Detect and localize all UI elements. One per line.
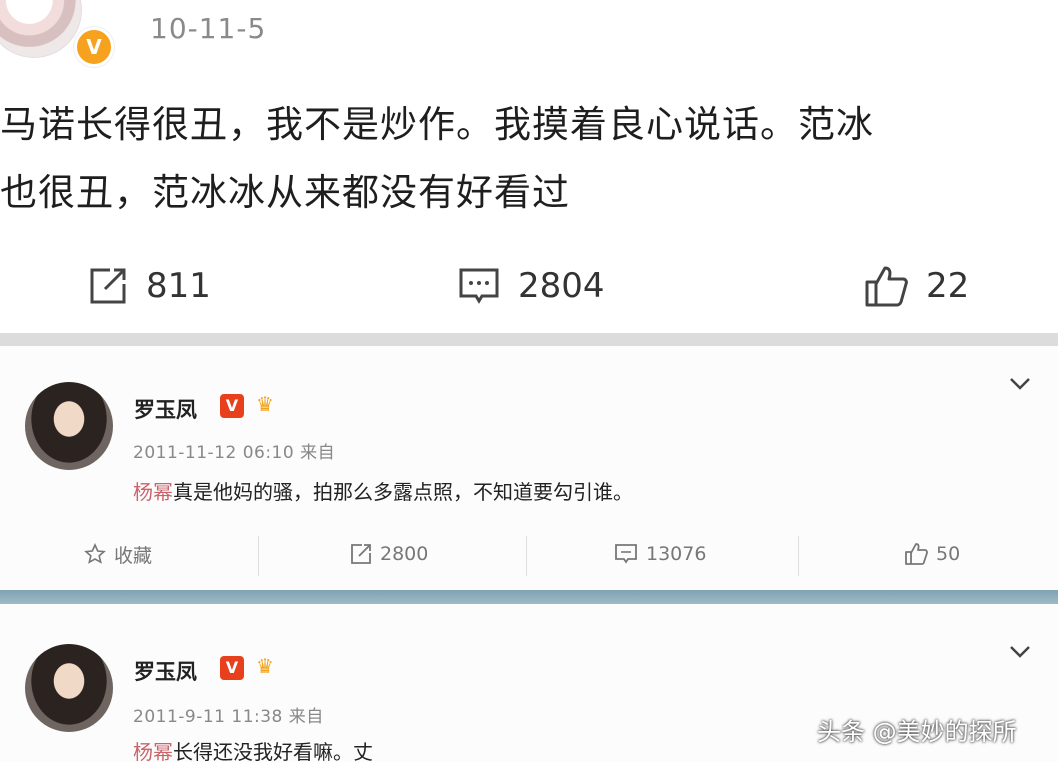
weibo-post-card: 罗玉凤 V ♛ 2011-11-12 06:10 来自 杨幂真是他妈的骚，拍那么… [0, 346, 1058, 590]
comment-button[interactable]: 2804 [458, 262, 605, 310]
verified-badge-icon: V [220, 656, 244, 680]
post-date: 10-11-5 [150, 12, 267, 45]
post-time-source: 2011-9-11 11:38 来自 [133, 707, 324, 727]
separator [0, 333, 1058, 346]
divider [798, 536, 799, 576]
avatar[interactable] [25, 382, 113, 470]
chevron-down-icon[interactable] [1008, 644, 1032, 665]
like-count: 50 [936, 543, 961, 565]
like-count: 22 [926, 266, 970, 306]
member-crown-icon: ♛ [256, 392, 274, 416]
comment-count: 13076 [646, 543, 707, 565]
repost-count: 811 [146, 266, 211, 306]
divider [526, 536, 527, 576]
favorite-label: 收藏 [114, 544, 153, 567]
repost-icon [88, 266, 128, 306]
verified-badge-icon: V [220, 394, 244, 418]
user-name[interactable]: 罗玉凤 [134, 656, 197, 686]
comment-count: 2804 [518, 266, 605, 306]
post-text-line: 马诺长得很丑，我不是炒作。我摸着良心说话。范冰 [0, 103, 874, 146]
comment-button[interactable]: 13076 [614, 539, 706, 569]
avatar[interactable] [0, 0, 82, 58]
separator [0, 590, 1058, 604]
repost-count: 2800 [380, 543, 429, 565]
weibo-post-card: V 10-11-5 马诺长得很丑，我不是炒作。我摸着良心说话。范冰 也很丑，范冰… [0, 0, 1058, 333]
repost-button[interactable]: 2800 [350, 539, 428, 569]
mention-link[interactable]: 杨幂 [133, 480, 173, 504]
like-button[interactable]: 22 [864, 262, 969, 310]
post-text-line: 也很丑，范冰冰从来都没有好看过 [0, 171, 570, 214]
repost-icon [350, 543, 372, 565]
repost-button[interactable]: 811 [88, 262, 211, 310]
verified-badge-icon: V [74, 27, 114, 67]
user-name[interactable]: 罗玉凤 [134, 394, 197, 424]
comment-icon [614, 543, 638, 565]
like-button[interactable]: 50 [904, 539, 960, 569]
watermark: 头条 @美妙的探所 [817, 718, 1017, 746]
post-text-body: 长得还没我好看嘛。丈 [173, 740, 373, 762]
post-text-body: 真是他妈的骚，拍那么多露点照，不知道要勾引谁。 [173, 480, 633, 504]
divider [258, 536, 259, 576]
favorite-button[interactable]: 收藏 [84, 539, 152, 569]
thumbs-up-icon [864, 264, 908, 308]
star-icon [84, 543, 106, 565]
post-text: 杨幂长得还没我好看嘛。丈 [133, 736, 373, 762]
chevron-down-icon[interactable] [1008, 376, 1032, 397]
thumbs-up-icon [904, 542, 928, 566]
member-crown-icon: ♛ [256, 654, 274, 678]
post-time-source: 2011-11-12 06:10 来自 [133, 443, 336, 463]
avatar[interactable] [25, 644, 113, 732]
mention-link[interactable]: 杨幂 [133, 740, 173, 762]
comment-icon [458, 266, 500, 306]
post-text: 杨幂真是他妈的骚，拍那么多露点照，不知道要勾引谁。 [133, 476, 633, 505]
